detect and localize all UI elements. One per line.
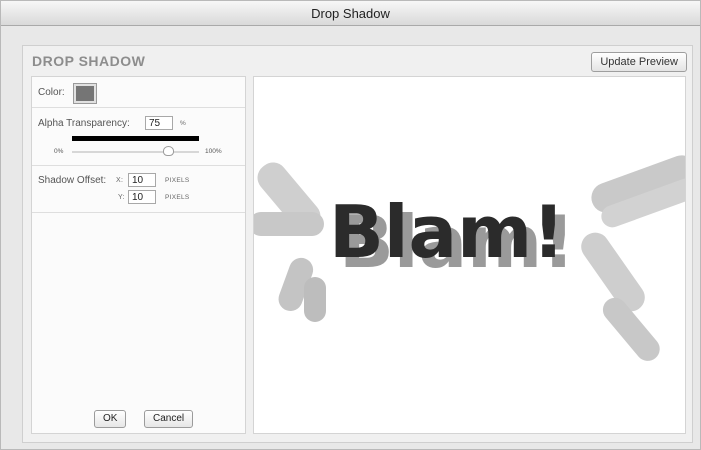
- x-offset-input[interactable]: [128, 173, 156, 187]
- ok-button[interactable]: OK: [94, 410, 127, 428]
- y-unit: PIXELS: [165, 194, 190, 201]
- x-label: X:: [116, 177, 124, 184]
- settings-column: Color: Alpha Transparency: % 0% 100% Sha…: [31, 76, 246, 434]
- offset-row: Shadow Offset: X: PIXELS Y: PIXELS: [32, 166, 245, 213]
- alpha-unit: %: [180, 120, 187, 127]
- color-label: Color:: [38, 87, 65, 98]
- color-swatch-button[interactable]: [74, 84, 96, 103]
- update-preview-button[interactable]: Update Preview: [591, 52, 687, 72]
- slider-min-label: 0%: [54, 148, 64, 155]
- drop-shadow-panel: DROP SHADOW Update Preview Color: Alpha …: [22, 45, 693, 443]
- alpha-slider-track[interactable]: [72, 151, 199, 153]
- alpha-preview-bar: [72, 136, 199, 141]
- alpha-row: Alpha Transparency: % 0% 100%: [32, 108, 245, 166]
- blam-main-text: Blam!: [329, 190, 565, 274]
- preview-canvas: Blam! Blam!: [253, 76, 686, 434]
- y-label: Y:: [118, 194, 125, 201]
- y-offset-input[interactable]: [128, 190, 156, 204]
- panel-title: DROP SHADOW: [32, 53, 146, 69]
- window-title: Drop Shadow: [311, 5, 390, 21]
- cancel-button[interactable]: Cancel: [144, 410, 194, 428]
- preview-graphic: Blam! Blam!: [254, 155, 685, 361]
- drop-shadow-window: Drop Shadow DROP SHADOW Update Preview C…: [0, 0, 701, 450]
- offset-label: Shadow Offset:: [38, 175, 107, 186]
- window-titlebar[interactable]: Drop Shadow: [1, 1, 700, 26]
- slider-max-label: 100%: [205, 148, 222, 155]
- alpha-label: Alpha Transparency:: [38, 118, 130, 129]
- alpha-slider-thumb[interactable]: [163, 146, 175, 156]
- alpha-input[interactable]: [145, 116, 173, 130]
- color-row: Color:: [32, 77, 245, 108]
- x-unit: PIXELS: [165, 177, 190, 184]
